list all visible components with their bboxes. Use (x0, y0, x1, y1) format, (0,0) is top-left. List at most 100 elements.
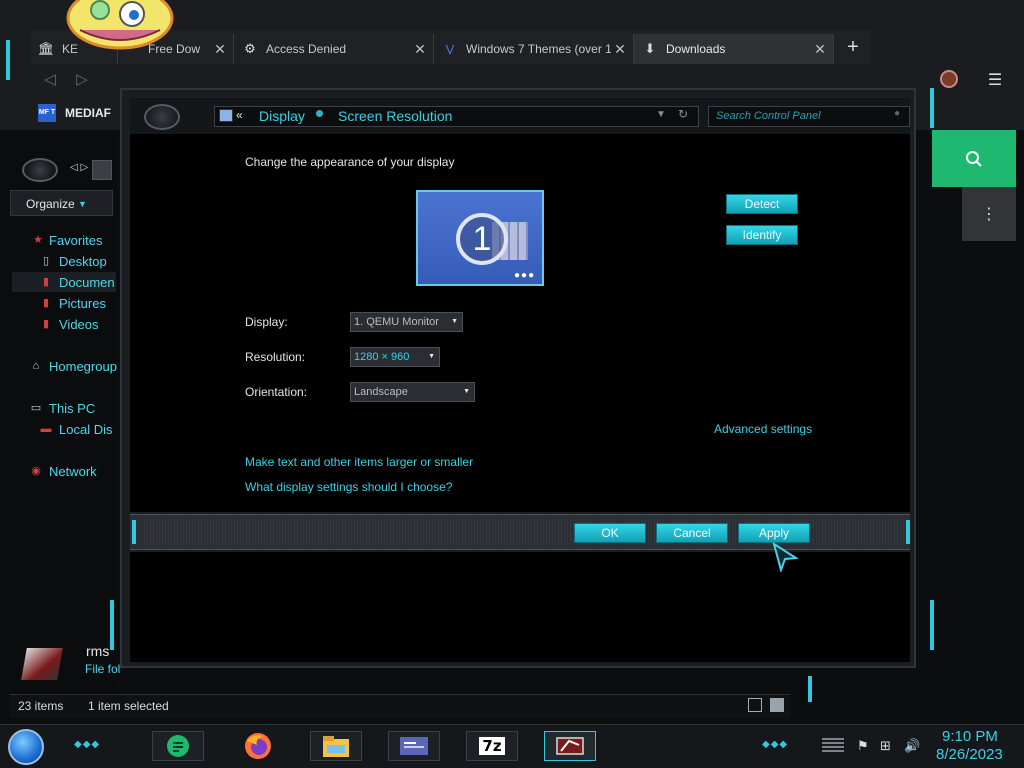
details-view-icon[interactable] (748, 698, 762, 712)
back-button[interactable]: ◁ (40, 70, 60, 90)
breadcrumb-overflow-icon[interactable]: « (236, 108, 243, 122)
control-panel-button[interactable] (388, 731, 440, 761)
chevron-down-icon: ▼ (463, 388, 470, 395)
disk-icon: ▬ (40, 423, 52, 435)
search-icon[interactable]: ● (894, 108, 900, 119)
new-tab-button[interactable]: + (842, 36, 864, 58)
search-button[interactable] (932, 130, 1016, 187)
chevron-down-icon: ▼ (78, 199, 87, 209)
7zip-icon: 7z (479, 737, 505, 755)
v-logo-icon: V (445, 41, 455, 57)
frame-accent (132, 520, 136, 544)
videos-icon: ▮ (42, 318, 50, 330)
close-icon[interactable]: ✕ (811, 41, 829, 58)
control-panel-icon (219, 109, 233, 122)
window-orb-icon (144, 104, 180, 130)
nav-homegroup[interactable]: Homegroup (49, 359, 117, 374)
page-title: Change the appearance of your display (245, 155, 455, 169)
nav-local-disk[interactable]: Local Dis (59, 422, 112, 437)
taskbar-ornament: ◆◆◆ (74, 739, 101, 750)
refresh-icon[interactable]: ↻ (678, 107, 688, 121)
explorer-folder-icon (92, 160, 112, 180)
screen: 🏛 KE Free Dow ✕ ⚙ Access Denied ✕ V Wind… (0, 0, 1024, 768)
frame-accent (930, 88, 934, 128)
display-settings-button[interactable] (544, 731, 596, 761)
resolution-select[interactable]: 1280 × 960 ▼ (350, 347, 440, 367)
action-center-flag-icon[interactable]: ⚑ (857, 738, 869, 754)
notes-app-button[interactable] (152, 731, 204, 761)
explorer-nav-arrows[interactable]: ◁ ▷ (70, 162, 88, 173)
ok-button[interactable]: OK (574, 523, 646, 543)
display-select[interactable]: 1. QEMU Monitor ▼ (350, 312, 463, 332)
nav-this-pc[interactable]: This PC (49, 401, 95, 416)
documents-icon: ▮ (42, 276, 50, 288)
nav-network[interactable]: Network (49, 464, 97, 479)
bank-icon: 🏛 (37, 41, 55, 56)
file-explorer-button[interactable] (310, 731, 362, 761)
volume-icon[interactable]: 🔊 (904, 738, 920, 754)
clock-date[interactable]: 8/26/2023 (936, 746, 1003, 763)
frame-accent (930, 600, 934, 650)
text-size-link[interactable]: Make text and other items larger or smal… (245, 455, 473, 469)
firefox-button[interactable] (232, 731, 284, 761)
menu-icon[interactable]: ☰ (986, 70, 1004, 90)
identify-button[interactable]: Identify (726, 225, 798, 245)
frame-accent (906, 520, 910, 544)
star-icon: ★ (33, 234, 43, 246)
nav-pictures[interactable]: Pictures (59, 296, 106, 311)
tiles-view-icon[interactable] (770, 698, 784, 712)
monitor-number: 1 (456, 213, 508, 265)
browser-tab[interactable]: V Windows 7 Themes (over 1 ✕ (434, 34, 634, 64)
breadcrumb-screen-resolution[interactable]: Screen Resolution (338, 108, 452, 124)
item-count: 23 items (18, 699, 64, 713)
network-icon[interactable]: ⊞ (880, 738, 891, 754)
more-options-button[interactable]: ⋮ (962, 187, 1016, 241)
chevron-down-icon[interactable]: ▼ (656, 109, 666, 120)
folder-thumbnail (21, 648, 63, 680)
computer-icon: ▭ (30, 402, 42, 414)
puzzle-icon: ⚙ (244, 41, 256, 56)
close-icon[interactable]: ✕ (411, 41, 429, 58)
display-help-link[interactable]: What display settings should I choose? (245, 480, 452, 494)
nav-favorites[interactable]: Favorites (49, 233, 102, 248)
control-panel-icon (400, 737, 428, 755)
breadcrumb-display[interactable]: Display (259, 108, 305, 124)
item-type: File fol (85, 662, 121, 676)
advanced-settings-link[interactable]: Advanced settings (714, 422, 812, 436)
frame-accent (110, 600, 114, 650)
desktop-icon: ▯ (42, 255, 50, 267)
mouse-cursor-icon (772, 542, 798, 572)
7zip-button[interactable]: 7z (466, 731, 518, 761)
nav-videos[interactable]: Videos (59, 317, 99, 332)
browser-tab-active[interactable]: ⬇ Downloads ✕ (634, 34, 834, 64)
display-label: Display: (245, 315, 288, 329)
network-icon: ◉ (31, 465, 41, 477)
nav-documents[interactable]: Documen (59, 275, 115, 290)
pictures-icon: ▮ (42, 297, 50, 309)
notes-app-icon (167, 735, 189, 757)
display-settings-icon (556, 737, 584, 755)
show-desktop-icon[interactable] (822, 738, 844, 752)
start-button[interactable] (8, 729, 44, 765)
detect-button[interactable]: Detect (726, 194, 798, 214)
cancel-button[interactable]: Cancel (656, 523, 728, 543)
apply-button[interactable]: Apply (738, 523, 810, 543)
nav-desktop[interactable]: Desktop (59, 254, 107, 269)
chevron-down-icon: ▼ (428, 353, 435, 360)
browser-tab[interactable]: ⚙ Access Denied ✕ (234, 34, 434, 64)
close-icon[interactable]: ✕ (211, 41, 229, 58)
orientation-select[interactable]: Landscape ▼ (350, 382, 475, 402)
chevron-down-icon: ▼ (451, 318, 458, 325)
frame-accent (6, 40, 10, 80)
forward-button[interactable]: ▷ (72, 70, 92, 90)
clock-time[interactable]: 9:10 PM (942, 728, 998, 745)
orientation-label: Orientation: (245, 385, 308, 399)
search-placeholder: Search Control Panel (716, 110, 821, 122)
breadcrumb-separator-icon (316, 110, 323, 117)
sticker-image (60, 0, 180, 56)
close-icon[interactable]: ✕ (611, 41, 629, 58)
homegroup-icon: ⌂ (32, 360, 40, 372)
file-explorer-icon (323, 736, 349, 757)
bookmark-item[interactable]: MF T MEDIAF (38, 100, 111, 126)
avatar[interactable] (940, 70, 958, 88)
